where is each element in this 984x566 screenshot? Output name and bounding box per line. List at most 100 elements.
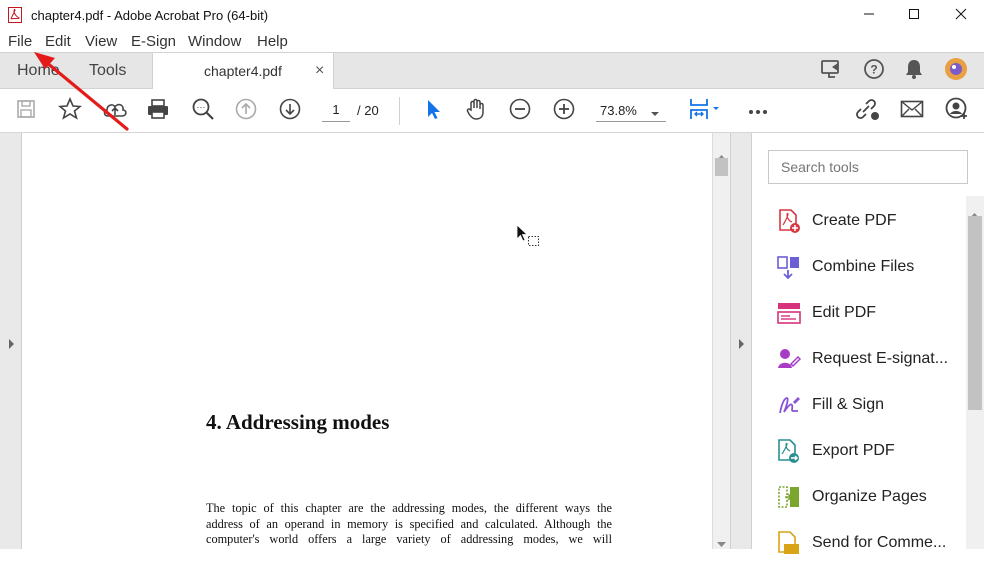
- paragraph-line: address of an operand in memory is speci…: [206, 516, 612, 531]
- email-button[interactable]: [897, 89, 927, 133]
- tab-document-label: chapter4.pdf: [204, 63, 282, 79]
- menu-esign[interactable]: E-Sign: [131, 33, 176, 50]
- tool-create-pdf[interactable]: Create PDF: [776, 198, 896, 244]
- combine-files-icon: [776, 254, 802, 280]
- more-tools-button[interactable]: [744, 89, 772, 133]
- svg-text:?: ?: [870, 62, 877, 76]
- menu-help[interactable]: Help: [257, 33, 288, 50]
- export-pdf-icon: [776, 438, 802, 464]
- expand-right-icon: [8, 336, 15, 354]
- share-link-button[interactable]: [852, 89, 882, 133]
- chevron-down-icon: [650, 105, 660, 123]
- more-icon: [748, 102, 768, 120]
- zoom-in-icon: [553, 98, 575, 125]
- tool-request-esignatures[interactable]: Request E-signat...: [776, 336, 948, 382]
- tab-home[interactable]: Home: [17, 53, 60, 89]
- tab-document[interactable]: chapter4.pdf ×: [152, 53, 334, 89]
- tool-label: Fill & Sign: [812, 396, 885, 413]
- next-page-button[interactable]: [276, 89, 304, 133]
- expand-right-icon: [738, 336, 745, 354]
- tool-organize-pages[interactable]: Organize Pages: [776, 474, 927, 520]
- acrobat-app-icon: [8, 7, 22, 23]
- menu-view[interactable]: View: [85, 33, 117, 50]
- pdf-page: 4. Addressing modes The topic of this ch…: [22, 133, 712, 549]
- hand-tool-button[interactable]: [462, 89, 492, 133]
- menu-file[interactable]: File: [8, 33, 32, 50]
- page-down-icon: [279, 98, 301, 125]
- page-total: / 20: [357, 103, 379, 118]
- tools-pane: Create PDF Combine Files Edit PDF Reques…: [752, 133, 968, 554]
- tool-label: Organize Pages: [812, 488, 927, 505]
- create-pdf-icon: [776, 208, 802, 234]
- minimize-icon: [863, 7, 875, 25]
- tool-edit-pdf[interactable]: Edit PDF: [776, 290, 876, 336]
- menu-edit[interactable]: Edit: [45, 33, 71, 50]
- minimize-button[interactable]: [846, 0, 892, 31]
- page-layout-button[interactable]: [684, 89, 724, 133]
- add-user-button[interactable]: [942, 89, 972, 133]
- help-icon: ?: [863, 58, 885, 85]
- zoom-search-icon: ···: [191, 97, 215, 126]
- close-window-button[interactable]: [938, 0, 984, 31]
- save-button[interactable]: [12, 89, 40, 133]
- organize-pages-icon: [776, 484, 802, 510]
- hand-icon: [465, 97, 489, 126]
- maximize-button[interactable]: [891, 0, 937, 31]
- cloud-upload-icon: [102, 98, 128, 125]
- print-icon: [146, 98, 170, 125]
- scrollbar-thumb[interactable]: [968, 216, 982, 410]
- help-button[interactable]: ?: [858, 49, 890, 93]
- left-panel-toggle[interactable]: [0, 133, 22, 549]
- tool-combine-files[interactable]: Combine Files: [776, 244, 914, 290]
- search-tools-input[interactable]: [768, 150, 968, 184]
- page-up-icon: [235, 98, 257, 125]
- document-scrollbar[interactable]: [712, 133, 730, 549]
- select-cursor-icon: [424, 98, 442, 125]
- tool-label: Create PDF: [812, 212, 897, 229]
- tool-fill-sign[interactable]: Fill & Sign: [776, 382, 884, 428]
- previous-page-button[interactable]: [232, 89, 260, 133]
- select-tool-button[interactable]: [419, 89, 447, 133]
- notifications-button[interactable]: [898, 49, 930, 93]
- tab-home-label: Home: [17, 62, 60, 79]
- maximize-icon: [908, 7, 920, 25]
- tool-label: Edit PDF: [812, 304, 877, 321]
- chapter-heading: 4. Addressing modes: [206, 410, 390, 434]
- tab-tools[interactable]: Tools: [89, 53, 126, 89]
- bell-icon: [904, 58, 924, 85]
- send-comment-icon: [776, 530, 802, 556]
- right-panel-toggle[interactable]: [730, 133, 752, 549]
- tool-label: Send for Comme...: [812, 534, 947, 551]
- toolbar-divider: [399, 97, 400, 125]
- zoom-out-button[interactable]: [506, 89, 534, 133]
- close-icon: [955, 7, 967, 25]
- edit-pdf-icon: [776, 300, 802, 326]
- tab-close-icon[interactable]: ×: [315, 62, 324, 80]
- zoom-in-button[interactable]: [550, 89, 578, 133]
- avatar-button[interactable]: [940, 49, 972, 93]
- page-number-input[interactable]: 1: [322, 99, 350, 122]
- tool-send-for-comments[interactable]: Send for Comme...: [776, 520, 946, 566]
- avatar: [944, 57, 968, 86]
- page-layout-icon: [686, 96, 722, 127]
- share-screen-button[interactable]: [816, 49, 848, 93]
- scroll-down-icon[interactable]: [717, 535, 726, 553]
- zoom-search-button[interactable]: ···: [188, 89, 218, 133]
- tool-export-pdf[interactable]: Export PDF: [776, 428, 895, 474]
- upload-button[interactable]: [100, 89, 130, 133]
- tools-scrollbar[interactable]: [966, 196, 984, 549]
- tab-bar: Home Tools chapter4.pdf × ?: [0, 52, 984, 89]
- save-icon: [16, 99, 36, 124]
- window-title: chapter4.pdf - Adobe Acrobat Pro (64-bit…: [31, 8, 269, 23]
- zoom-level-select[interactable]: 73.8%: [596, 99, 666, 122]
- mouse-cursor-icon: [516, 224, 546, 255]
- tool-label: Combine Files: [812, 258, 915, 275]
- menu-window[interactable]: Window: [188, 33, 241, 50]
- paragraph-line: The topic of this chapter are the addres…: [206, 501, 612, 515]
- bookmark-star-icon: [57, 96, 83, 126]
- bookmark-button[interactable]: [55, 89, 85, 133]
- scrollbar-thumb[interactable]: [715, 158, 728, 176]
- document-viewport[interactable]: 4. Addressing modes The topic of this ch…: [22, 133, 712, 549]
- svg-text:···: ···: [197, 102, 206, 112]
- print-button[interactable]: [143, 89, 173, 133]
